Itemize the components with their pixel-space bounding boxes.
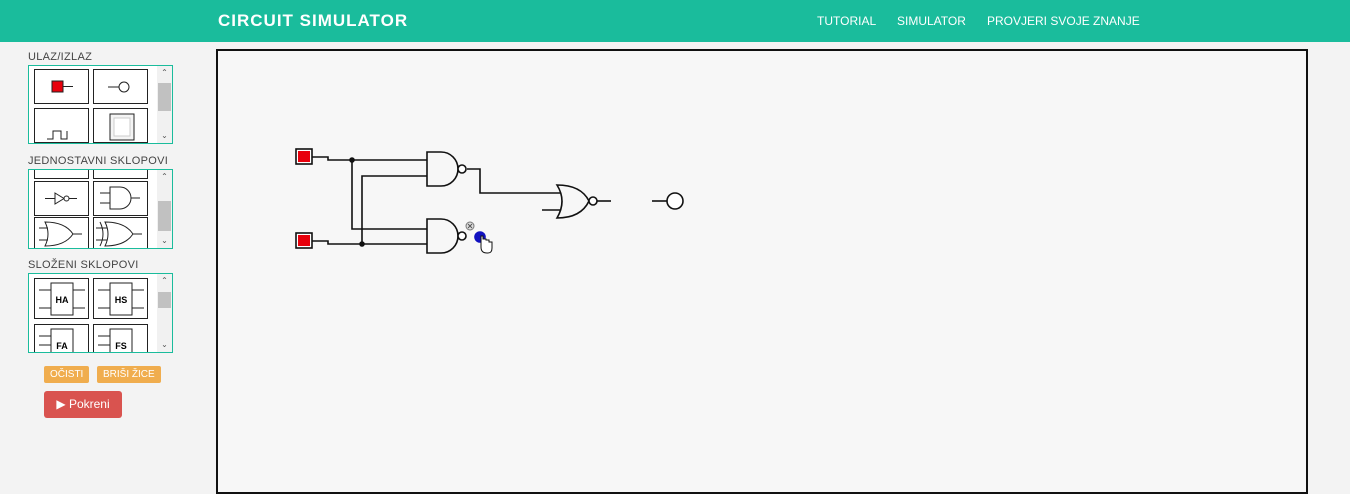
scrollbar-io[interactable]: ⌃ ⌄ bbox=[157, 66, 172, 143]
brand-title[interactable]: CIRCUIT SIMULATOR bbox=[218, 11, 408, 31]
scroll-thumb[interactable] bbox=[158, 83, 171, 111]
xor-gate-icon bbox=[96, 221, 142, 247]
nav-tutorial[interactable]: TUTORIAL bbox=[817, 14, 876, 28]
tile-or-gate[interactable] bbox=[34, 217, 89, 248]
output-lamp-icon bbox=[108, 81, 130, 93]
section-label-io: ULAZ/IZLAZ bbox=[28, 51, 93, 63]
half-subtractor-icon: HS bbox=[98, 282, 144, 316]
tile-label-hs: HS bbox=[115, 295, 128, 305]
hand-cursor-icon bbox=[480, 235, 493, 254]
input-switch-2[interactable] bbox=[295, 232, 313, 249]
section-label-complex: SLOŽENI SKLOPOVI bbox=[28, 259, 139, 271]
wire-junction bbox=[359, 241, 365, 247]
nor-gate[interactable] bbox=[555, 184, 598, 219]
full-subtractor-icon: FS bbox=[98, 328, 133, 352]
tile-full-adder[interactable]: FA bbox=[34, 324, 89, 352]
tile-not-gate[interactable] bbox=[34, 181, 89, 216]
palette-io[interactable]: ⌃ ⌄ bbox=[28, 65, 173, 144]
scrollbar-simple[interactable]: ⌃ ⌄ bbox=[157, 170, 172, 248]
chevron-up-icon[interactable]: ⌃ bbox=[157, 171, 172, 183]
full-adder-icon: FA bbox=[39, 328, 74, 352]
tile-label-ha: HA bbox=[56, 295, 69, 305]
palette-complex[interactable]: HA HS FA FS ⌃ ⌄ bbox=[28, 273, 173, 353]
nav-quiz[interactable]: PROVJERI SVOJE ZNANJE bbox=[987, 14, 1140, 28]
or-gate-icon bbox=[39, 221, 82, 247]
input-switch-1[interactable] bbox=[295, 148, 313, 165]
scroll-thumb[interactable] bbox=[158, 292, 171, 308]
section-label-simple: JEDNOSTAVNI SKLOPOVI bbox=[28, 155, 169, 167]
tile-half-adder[interactable]: HA bbox=[34, 278, 89, 319]
nand-gate-2[interactable] bbox=[426, 218, 467, 254]
chevron-up-icon[interactable]: ⌃ bbox=[157, 67, 172, 79]
chevron-up-icon[interactable]: ⌃ bbox=[157, 275, 172, 287]
delete-wires-button[interactable]: BRIŠI ŽICE bbox=[97, 366, 161, 383]
tile-label-fs: FS bbox=[115, 341, 127, 351]
tile-buffer[interactable] bbox=[34, 170, 89, 179]
wire-junction bbox=[349, 157, 355, 163]
nand-gate-1[interactable] bbox=[426, 151, 467, 187]
scroll-thumb[interactable] bbox=[158, 201, 171, 231]
output-lamp[interactable] bbox=[652, 192, 684, 210]
tile-display[interactable] bbox=[93, 108, 148, 143]
circuit-workspace[interactable] bbox=[216, 49, 1308, 494]
input-switch-icon bbox=[51, 80, 73, 93]
tile-half-subtractor[interactable]: HS bbox=[93, 278, 148, 319]
run-button[interactable]: ▶ Pokreni bbox=[44, 391, 122, 418]
navbar: CIRCUIT SIMULATOR TUTORIAL SIMULATOR PRO… bbox=[0, 0, 1350, 42]
and-gate-icon bbox=[100, 186, 140, 210]
tile-label-fa: FA bbox=[56, 341, 68, 351]
tile-clock[interactable] bbox=[34, 108, 89, 143]
chevron-down-icon[interactable]: ⌄ bbox=[157, 339, 172, 351]
half-adder-icon: HA bbox=[39, 282, 85, 316]
tile-input-switch[interactable] bbox=[34, 69, 89, 104]
chevron-down-icon[interactable]: ⌄ bbox=[157, 130, 172, 142]
scrollbar-complex[interactable]: ⌃ ⌄ bbox=[157, 274, 172, 352]
palette-simple[interactable]: ⌃ ⌄ bbox=[28, 169, 173, 249]
nav-simulator[interactable]: SIMULATOR bbox=[897, 14, 966, 28]
tile-and-gate-top[interactable] bbox=[93, 170, 148, 179]
not-gate-icon bbox=[45, 192, 77, 205]
clock-icon bbox=[47, 130, 68, 140]
tile-xor-gate[interactable] bbox=[93, 217, 148, 248]
clear-button[interactable]: OČISTI bbox=[44, 366, 90, 383]
circuit-canvas[interactable] bbox=[218, 51, 1306, 492]
display-icon bbox=[109, 113, 135, 141]
tile-and-gate[interactable] bbox=[93, 181, 148, 216]
tile-full-subtractor[interactable]: FS bbox=[93, 324, 148, 352]
chevron-down-icon[interactable]: ⌄ bbox=[157, 235, 172, 247]
tile-output-lamp[interactable] bbox=[93, 69, 148, 104]
